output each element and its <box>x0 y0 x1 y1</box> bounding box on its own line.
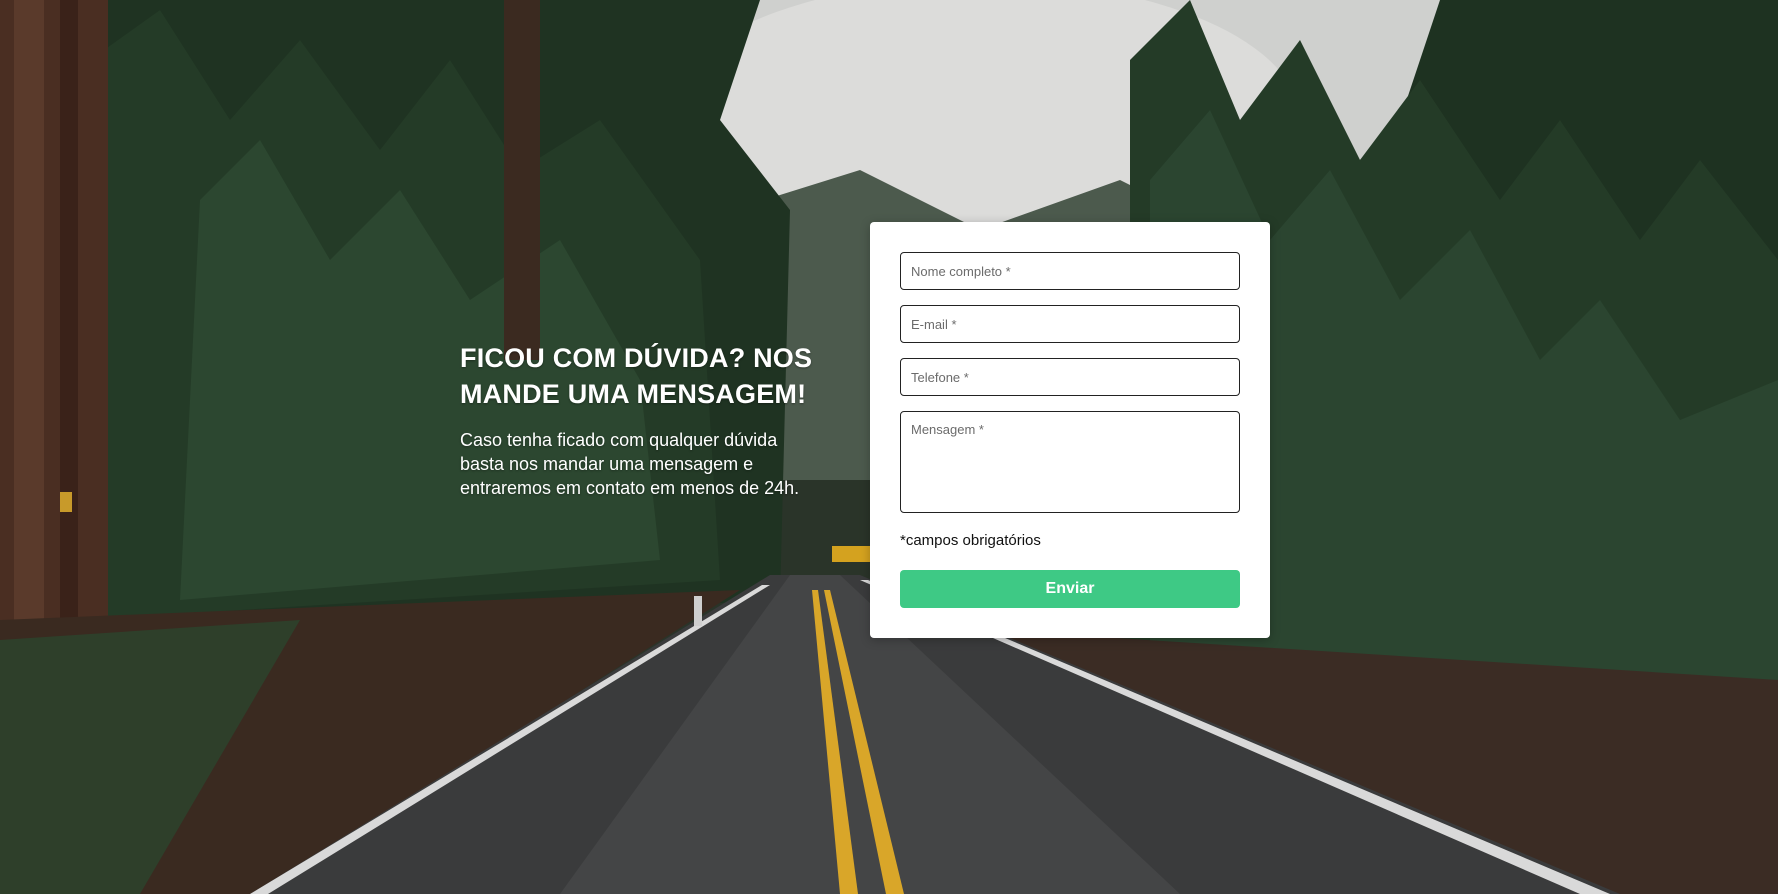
intro-block: FICOU COM DÚVIDA? NOS MANDE UMA MENSAGEM… <box>460 340 820 500</box>
name-input[interactable] <box>900 252 1240 290</box>
page-heading: FICOU COM DÚVIDA? NOS MANDE UMA MENSAGEM… <box>460 343 813 409</box>
email-input[interactable] <box>900 305 1240 343</box>
phone-input[interactable] <box>900 358 1240 396</box>
required-fields-note: *campos obrigatórios <box>900 532 1041 549</box>
message-textarea[interactable] <box>900 411 1240 513</box>
submit-button[interactable]: Enviar <box>900 570 1240 608</box>
contact-section: FICOU COM DÚVIDA? NOS MANDE UMA MENSAGEM… <box>0 0 1778 894</box>
intro-description: Caso tenha ficado com qualquer dúvida ba… <box>460 430 800 498</box>
contact-form: *campos obrigatórios Enviar <box>870 222 1270 638</box>
